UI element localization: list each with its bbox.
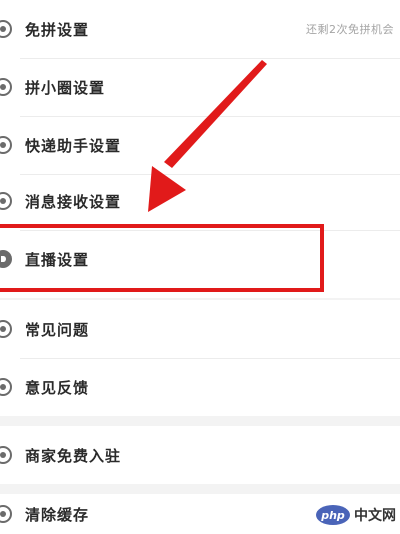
php-logo-icon: php — [316, 505, 350, 525]
arrow-head — [148, 166, 186, 212]
watermark: php 中文网 — [316, 505, 396, 525]
watermark-text: 中文网 — [354, 508, 396, 524]
annotation-arrow — [148, 60, 267, 212]
arrow-shaft — [164, 60, 267, 168]
